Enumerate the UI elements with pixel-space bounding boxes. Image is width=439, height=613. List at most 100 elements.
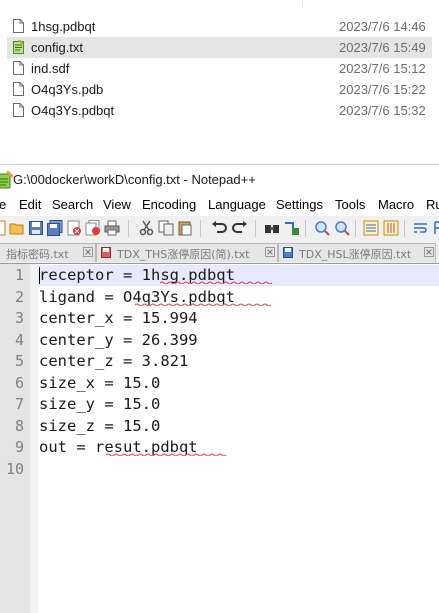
code-text: size_x = 15.0 — [39, 373, 161, 392]
spellcheck-underline — [160, 281, 273, 284]
code-text: center_x = 15.994 — [39, 309, 198, 327]
notepadpp-app-icon — [0, 171, 14, 189]
line-number: 6 — [14, 373, 24, 392]
toolbar-separator — [404, 220, 405, 237]
close-icon[interactable] — [424, 247, 434, 257]
menu-edit[interactable]: Edit — [19, 197, 41, 212]
file-name: O4q3Ys.pdb — [31, 82, 104, 97]
sync-horizontal-icon[interactable] — [383, 220, 399, 236]
file-name: ind.sdf — [31, 61, 70, 76]
menu-settings[interactable]: Settings — [276, 197, 323, 212]
line-number: 10 — [5, 459, 24, 478]
code-line: center_z = 3.821 — [39, 351, 188, 372]
notepadpp-window: G:\00docker\workD\config.txt - Notepad++… — [0, 164, 439, 613]
code-text: center_y = 26.399 — [39, 330, 198, 349]
spellcheck-underline — [135, 303, 272, 306]
line-number: 9 — [14, 438, 24, 456]
code-text: size_y = 15.0 — [39, 395, 161, 413]
line-number: 3 — [14, 309, 24, 327]
file-name: config.txt — [31, 40, 84, 55]
file-row[interactable]: 1hsg.pdbqt 2023/7/6 14:46 — [7, 16, 432, 37]
toolbar — [0, 216, 439, 240]
file-row[interactable]: O4q3Ys.pdb 2023/7/6 15:22 — [7, 79, 432, 100]
tab-tdx-hsl[interactable]: TDX_HSL涨停原因.txt — [278, 243, 436, 262]
print-icon[interactable] — [104, 220, 120, 236]
line-number: 1 — [14, 266, 24, 284]
code-text: size_z = 15.0 — [39, 416, 161, 435]
code-line: center_x = 15.994 — [39, 308, 198, 329]
file-icon — [13, 61, 24, 75]
new-file-icon[interactable] — [0, 220, 8, 236]
file-date: 2023/7/6 15:49 — [339, 40, 426, 55]
menu-tools[interactable]: Tools — [335, 197, 365, 212]
tab-zhibiao-mima[interactable]: 指标密码.txt — [0, 243, 96, 262]
menu-macro[interactable]: Macro — [378, 197, 414, 212]
notepadpp-file-icon — [13, 40, 24, 54]
file-date: 2023/7/6 15:22 — [339, 82, 426, 97]
spellcheck-underline — [106, 453, 227, 456]
save-icon[interactable] — [28, 220, 44, 236]
undo-icon[interactable] — [211, 220, 227, 236]
line-number: 5 — [14, 352, 24, 370]
cut-icon[interactable] — [139, 220, 155, 236]
file-name: 1hsg.pdbqt — [31, 19, 96, 34]
line-number: 8 — [14, 416, 24, 435]
menu-language[interactable]: Language — [208, 197, 266, 212]
sync-vertical-icon[interactable] — [363, 220, 379, 236]
file-name: O4q3Ys.pdbqt — [31, 103, 115, 118]
file-explorer-list: 1hsg.pdbqt 2023/7/6 14:46 config.txt 202… — [0, 0, 439, 164]
tab-label: 指标密码.txt — [6, 248, 69, 261]
column-header — [0, 0, 439, 8]
file-date: 2023/7/6 15:12 — [339, 61, 426, 76]
menu-encoding[interactable]: Encoding — [142, 197, 196, 212]
fold-margin — [30, 264, 38, 613]
close-icon[interactable] — [265, 247, 275, 257]
line-number: 7 — [14, 395, 24, 413]
file-date: 2023/7/6 14:46 — [339, 19, 426, 34]
zoom-out-icon[interactable] — [334, 220, 350, 236]
tab-tdx-ths[interactable]: TDX_THS涨停原因(简).txt — [96, 243, 278, 262]
paste-icon[interactable] — [177, 220, 193, 236]
toolbar-separator — [305, 220, 306, 237]
file-date: 2023/7/6 15:32 — [339, 103, 426, 118]
file-row[interactable]: ind.sdf 2023/7/6 15:12 — [7, 58, 432, 79]
toolbar-separator — [255, 220, 256, 237]
saved-file-icon — [283, 247, 293, 258]
line-number-gutter: 1 2 3 4 5 6 7 8 9 10 — [0, 264, 30, 613]
open-file-icon[interactable] — [9, 220, 25, 236]
menu-run[interactable]: Ru — [426, 197, 439, 212]
file-icon — [13, 82, 24, 96]
text-editor[interactable]: 1 2 3 4 5 6 7 8 9 10 receptor = 1hsg.pdb… — [0, 264, 439, 613]
toolbar-separator — [355, 220, 356, 237]
code-line: size_y = 15.0 — [39, 394, 160, 415]
close-file-icon[interactable] — [66, 220, 82, 236]
show-all-chars-icon[interactable] — [432, 220, 439, 236]
title-bar[interactable]: G:\00docker\workD\config.txt - Notepad++ — [0, 164, 439, 195]
copy-icon[interactable] — [158, 220, 174, 236]
file-icon — [13, 19, 24, 33]
close-all-icon[interactable] — [85, 220, 101, 236]
file-row[interactable]: O4q3Ys.pdbqt 2023/7/6 15:32 — [7, 100, 432, 121]
unsaved-file-icon — [101, 247, 111, 258]
code-line: size_x = 15.0 — [39, 373, 160, 394]
replace-icon[interactable] — [284, 220, 300, 236]
save-all-icon[interactable] — [47, 220, 63, 236]
menu-search[interactable]: Search — [52, 197, 93, 212]
zoom-in-icon[interactable] — [314, 220, 330, 236]
redo-icon[interactable] — [232, 220, 248, 236]
word-wrap-icon[interactable] — [413, 220, 429, 236]
file-row-selected[interactable]: config.txt 2023/7/6 15:49 — [7, 37, 432, 58]
tab-bar: 指标密码.txt TDX_THS涨停原因(简).txt TDX_HSL涨停原因.… — [0, 241, 439, 264]
close-icon[interactable] — [83, 247, 93, 257]
menu-file[interactable]: e — [0, 197, 6, 212]
menu-view[interactable]: View — [103, 197, 131, 212]
line-number: 4 — [14, 330, 24, 349]
menu-bar: e Edit Search View Encoding Language Set… — [0, 195, 439, 216]
toolbar-separator — [200, 220, 201, 237]
code-line: size_z = 15.0 — [39, 416, 160, 437]
find-icon[interactable] — [264, 220, 280, 236]
code-text: center_z = 3.821 — [39, 352, 189, 370]
toolbar-separator — [128, 220, 129, 237]
line-number: 2 — [14, 287, 24, 306]
code-line: center_y = 26.399 — [39, 330, 198, 351]
